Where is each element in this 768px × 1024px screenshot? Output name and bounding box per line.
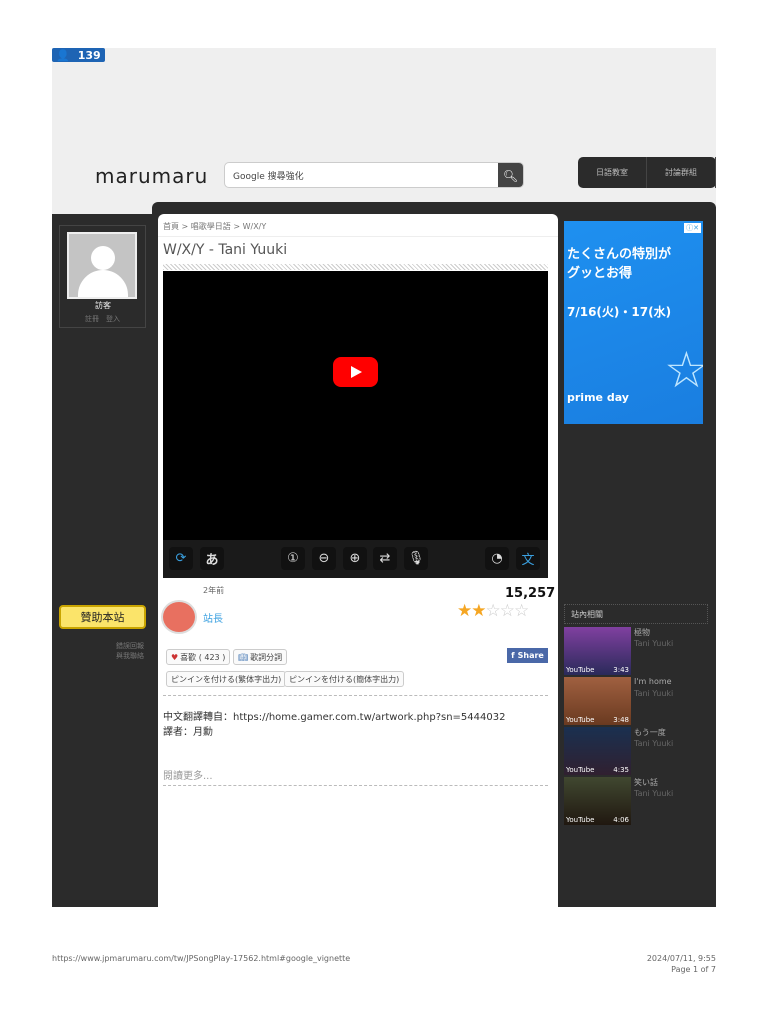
pinyin-trad-button[interactable]: ピンインを付ける(繁体字出力) <box>166 671 287 687</box>
search-button[interactable]: 🔍︎ <box>498 163 523 187</box>
nav-japanese-class[interactable]: 日語教室 <box>578 157 647 188</box>
star-graphic-icon: ☆ <box>664 341 703 399</box>
contact-link[interactable]: 與我聯絡 <box>116 651 144 661</box>
page-title: W/X/Y - Tani Yuuki <box>163 242 288 258</box>
related-title: 笑い話 <box>634 778 658 787</box>
ad-headline-1: たくさんの特別が <box>567 247 672 262</box>
star-empty-icon[interactable]: ☆ <box>500 601 515 621</box>
related-artist: Tani Yuuki <box>634 689 674 698</box>
author-name[interactable]: 站長 <box>203 610 223 625</box>
star-empty-icon[interactable]: ☆ <box>486 601 501 621</box>
related-item[interactable]: YouTube 4:06 笑い話 Tani Yuuki <box>564 777 714 825</box>
crumb-category[interactable]: 唱歌學日語 <box>191 222 231 231</box>
visitor-counter: 👤 139 <box>52 48 105 62</box>
related-item[interactable]: YouTube 3:48 I'm home Tani Yuuki <box>564 677 714 725</box>
related-artist: Tani Yuuki <box>634 639 674 648</box>
related-title: 極物 <box>634 628 650 637</box>
counter-value: 139 <box>77 48 101 62</box>
view-count: 15,257 <box>505 586 556 601</box>
heart-icon: ♥ <box>171 652 179 662</box>
register-link[interactable]: 註冊 <box>85 314 99 324</box>
facebook-icon: f <box>511 651 515 660</box>
user-icon: 👤 <box>56 48 70 62</box>
video-thumbnail[interactable]: YouTube 3:43 <box>564 627 631 675</box>
player-toolbar: ⟳ あ ① ⊖ ⊕ ⇄ 🎙︎ ◔ 文 <box>163 540 548 578</box>
related-artist: Tani Yuuki <box>634 789 674 798</box>
like-label: 喜歡 ( 423 ) <box>180 652 226 662</box>
search-icon: 🔍︎ <box>502 169 519 183</box>
related-artist: Tani Yuuki <box>634 739 674 748</box>
next-icon[interactable]: ⊕ <box>343 547 367 570</box>
top-nav: 日語教室 討論群組 <box>578 157 716 188</box>
ad-banner[interactable]: ⓘ✕ たくさんの特別が グッとお得 7/16(火)・17(水) prime da… <box>564 221 703 424</box>
user-name: 訪客 <box>95 301 111 310</box>
guest-avatar <box>67 232 137 299</box>
crumb-home[interactable]: 首頁 <box>163 222 179 231</box>
footer-url: https://www.jpmarumaru.com/tw/JPSongPlay… <box>52 954 351 963</box>
related-item[interactable]: YouTube 4:35 もう一度 Tani Yuuki <box>564 727 714 775</box>
divider <box>163 695 548 696</box>
star-filled-icon[interactable]: ★ <box>471 601 486 621</box>
search-placeholder: Google 搜尋強化 <box>233 172 304 182</box>
read-more-link[interactable]: 閱讀更多... <box>163 767 213 782</box>
youtube-play-icon[interactable] <box>333 357 378 387</box>
sync-icon[interactable]: ⟳ <box>169 547 193 570</box>
facebook-share-button[interactable]: f Share <box>507 648 548 663</box>
login-link[interactable]: 登入 <box>106 314 120 324</box>
speed-icon[interactable]: ◔ <box>485 547 509 570</box>
ad-headline-2: グッとお得 <box>567 266 633 281</box>
crumb-current: W/X/Y <box>242 222 267 231</box>
share-label: Share <box>517 651 544 660</box>
lyrics-label: 歌詞分詞 <box>250 652 283 662</box>
related-title: もう一度 <box>634 728 666 737</box>
footer-date: 2024/07/11, 9:55 <box>646 954 716 963</box>
donate-button[interactable]: 贊助本站 <box>59 605 146 629</box>
translate-icon[interactable]: 文 <box>516 547 540 570</box>
repeat-icon[interactable]: ⇄ <box>373 547 397 570</box>
like-button[interactable]: ♥ 喜歡 ( 423 ) <box>166 649 231 665</box>
divider <box>163 264 548 270</box>
related-title: I'm home <box>634 677 672 686</box>
translation-source: 中文翻譯轉自：https://home.gamer.com.tw/artwork… <box>163 712 506 723</box>
adchoices-icon[interactable]: ⓘ✕ <box>684 223 701 233</box>
prev-icon[interactable]: ⊖ <box>312 547 336 570</box>
kana-button[interactable]: あ <box>200 547 224 570</box>
pinyin-simp-button[interactable]: ピンインを付ける(簡体字出力) <box>284 671 405 687</box>
breadcrumb: 首頁 > 唱歌學日語 > W/X/Y <box>163 222 267 231</box>
rating-stars[interactable]: ★★☆☆☆ <box>457 601 529 621</box>
video-player[interactable]: ⟳ あ ① ⊖ ⊕ ⇄ 🎙︎ ◔ 文 <box>163 271 548 578</box>
book-icon: 📖︎ <box>238 652 249 662</box>
video-thumbnail[interactable]: YouTube 3:48 <box>564 677 631 725</box>
video-thumbnail[interactable]: YouTube 4:35 <box>564 727 631 775</box>
report-link[interactable]: 錯誤回報 <box>116 641 144 651</box>
author-avatar[interactable] <box>161 600 197 634</box>
search-input[interactable]: Google 搜尋強化 🔍︎ <box>224 162 524 188</box>
related-item[interactable]: YouTube 3:43 極物 Tani Yuuki <box>564 627 714 675</box>
divider <box>163 785 548 786</box>
single-line-button[interactable]: ① <box>281 547 305 570</box>
star-empty-icon[interactable]: ☆ <box>514 601 529 621</box>
related-heading: 站內相關 <box>564 604 708 624</box>
video-thumbnail[interactable]: YouTube 4:06 <box>564 777 631 825</box>
star-filled-icon[interactable]: ★ <box>457 601 472 621</box>
translator: 譯者：月勳 <box>163 727 213 738</box>
ad-dates: 7/16(火)・17(水) <box>567 305 672 319</box>
mic-icon[interactable]: 🎙︎ <box>404 547 428 570</box>
time-ago: 2年前 <box>203 586 225 595</box>
nav-discussion[interactable]: 討論群組 <box>647 157 716 188</box>
footer-page: Page 1 of 7 <box>671 965 716 974</box>
logo[interactable]: marumaru <box>95 164 208 188</box>
lyrics-split-button[interactable]: 📖︎ 歌詞分詞 <box>233 649 288 665</box>
ad-brand: prime day <box>567 391 629 404</box>
